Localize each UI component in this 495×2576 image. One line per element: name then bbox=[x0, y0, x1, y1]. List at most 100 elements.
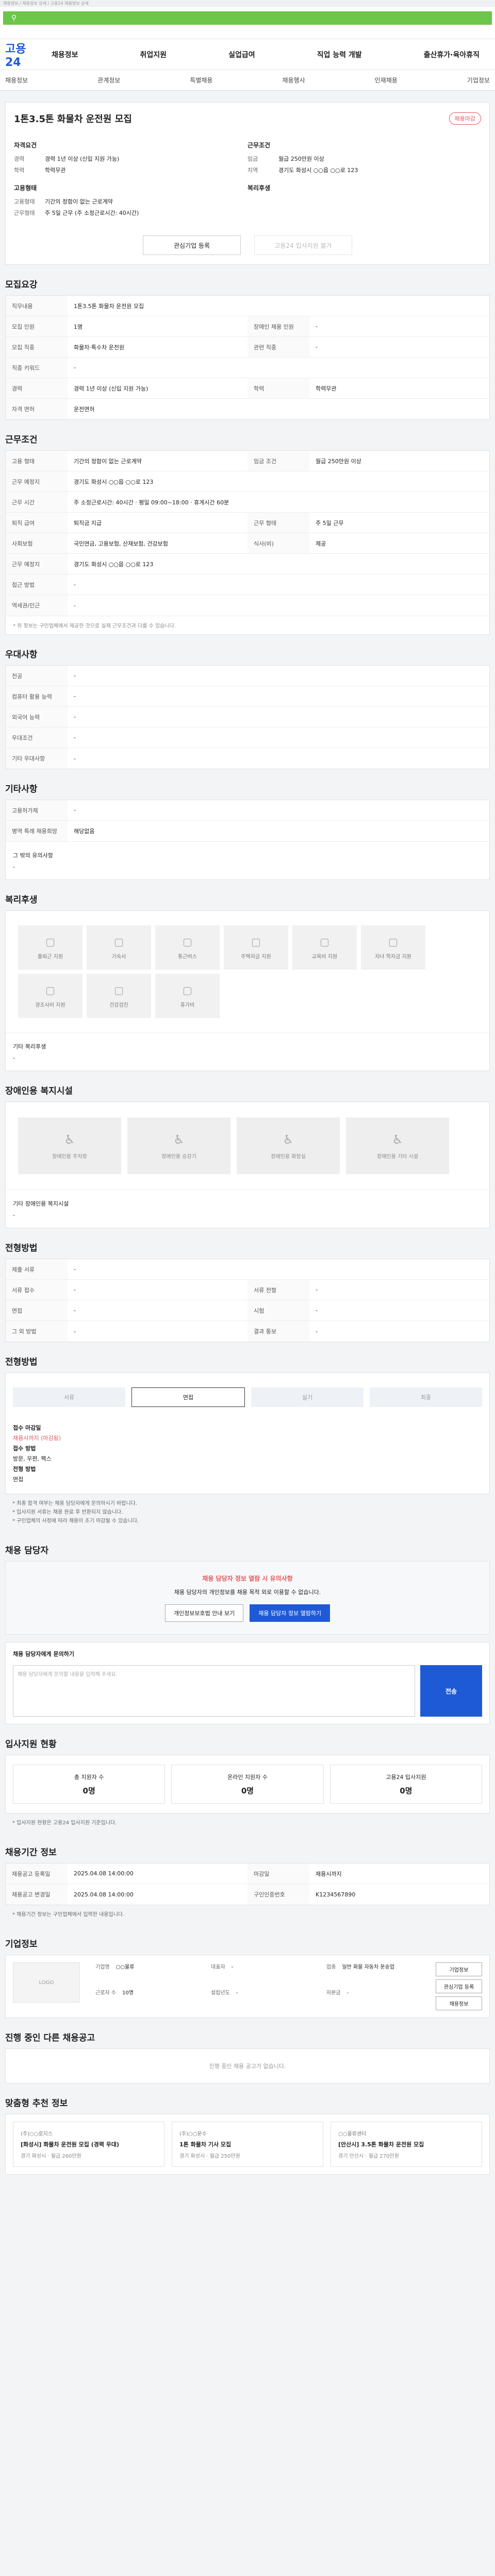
company-field: 업종 일반 화물 자동차 운송업 bbox=[326, 1962, 436, 1985]
disabled-sub-title: 기타 장애인용 복지시설 bbox=[13, 1200, 69, 1207]
table-row: 면접 - 시험 - bbox=[6, 1300, 489, 1321]
subnav-item[interactable]: 관계정보 bbox=[97, 76, 120, 84]
rec-title[interactable]: 1톤 화물차 기사 모집 bbox=[179, 2140, 316, 2148]
company-interest-button[interactable]: 관심기업 등록 bbox=[436, 1979, 482, 1993]
process-detail: 면접 bbox=[13, 1476, 24, 1483]
row-value: - bbox=[74, 693, 76, 700]
row-key-2: 임금 조건 bbox=[248, 451, 309, 471]
gnb-item[interactable]: 직업 능력 개발 bbox=[307, 49, 372, 60]
privacy-guide-button[interactable]: 개인정보보호법 안내 보기 bbox=[164, 1604, 244, 1622]
row-key: 채용공고 변경일 bbox=[6, 1884, 68, 1905]
rec-title[interactable]: [화성시] 화물차 운전원 모집 (경력 우대) bbox=[21, 2140, 157, 2148]
search-bar[interactable]: ⚲ bbox=[3, 11, 492, 25]
company-key: 근로자 수 bbox=[95, 1990, 116, 1996]
info-key: 근무형태 bbox=[14, 210, 35, 216]
conditions-title: 근무조건 bbox=[5, 435, 38, 445]
row-key: 사회보험 bbox=[6, 533, 68, 553]
table-row: 외국어 능력 - bbox=[6, 707, 489, 727]
welfare-tile: ▢ 통근버스 bbox=[155, 925, 220, 970]
view-contact-button[interactable]: 채용 담당자 정보 열람하기 bbox=[250, 1604, 331, 1622]
row-value: 해당없음 bbox=[74, 828, 95, 835]
recs-title: 맞춤형 추천 정보 bbox=[5, 2098, 68, 2109]
warning-title: 채용 담당자 정보 열람 시 유의사항 bbox=[202, 1575, 293, 1582]
search-icon[interactable]: ⚲ bbox=[11, 14, 16, 22]
info-key: 고용형태 bbox=[14, 198, 35, 205]
facility-tile: ♿ 장애인용 승강기 bbox=[127, 1117, 230, 1174]
facility-icon: ♿ bbox=[283, 1132, 294, 1147]
process-title: 전형방법 bbox=[5, 1357, 38, 1367]
info-value: 경력 1년 이상 (신입 지원 가능) bbox=[45, 156, 120, 162]
info-row: 지역 경기도 화성시 ○○읍 ○○로 123 bbox=[248, 166, 481, 174]
row-value-2: 학력무관 bbox=[316, 385, 337, 392]
row-value: 기간의 정함이 없는 근로계약 bbox=[74, 457, 142, 465]
row-key: 모집 인원 bbox=[6, 316, 68, 336]
welfare-icon: ▢ bbox=[320, 935, 329, 948]
company-value: - bbox=[346, 1990, 349, 1996]
prefer-title: 우대사항 bbox=[5, 650, 38, 660]
row-key: 모집 직종 bbox=[6, 337, 68, 357]
apply-button[interactable]: 고용24 입사지원 불가 bbox=[254, 235, 352, 255]
empty-message: 진행 중인 채용 공고가 없습니다. bbox=[209, 2063, 286, 2070]
gnb-item[interactable]: 채용정보 bbox=[41, 49, 89, 60]
row-value: - bbox=[74, 602, 76, 609]
process-bullet: * 구인업체의 사정에 따라 채용이 조기 마감될 수 있습니다. bbox=[12, 1518, 139, 1524]
rec-title[interactable]: [안산시] 3.5톤 화물차 운전원 모집 bbox=[338, 2140, 474, 2148]
table-row: 모집 인원 1명 장애인 채용 인원 - bbox=[6, 316, 489, 337]
facility-label: 장애인용 화장실 bbox=[271, 1154, 306, 1160]
send-button[interactable]: 전송 bbox=[420, 1665, 482, 1717]
table-row: 직종 키워드 - bbox=[6, 358, 489, 378]
row-key: 그 외 방법 bbox=[6, 1321, 68, 1342]
site-logo[interactable]: 고용24 bbox=[5, 40, 41, 69]
rec-company: (주)○○운수 bbox=[179, 2131, 207, 2137]
welfare-label: 자녀 학자금 지원 bbox=[375, 954, 411, 960]
welfare-title: 복리후생 bbox=[5, 895, 38, 905]
row-value: 주 소정근로시간: 40시간 · 평일 09:00~18:00 · 휴게시간 6… bbox=[74, 499, 229, 506]
etc-sub-val: - bbox=[13, 863, 15, 870]
rec-card[interactable]: ○○물류센터 [안산시] 3.5톤 화물차 운전원 모집 경기 안산시 · 월급 2… bbox=[331, 2122, 482, 2167]
status-count: 0명 bbox=[82, 1786, 95, 1795]
info-value: 주 5일 근무 (주 소정근로시간: 40시간) bbox=[45, 210, 139, 216]
sub-nav: 채용정보 관계정보 특별채용 채용행사 인재채용 기업정보 bbox=[0, 70, 495, 91]
table-row: 근무 시간 주 소정근로시간: 40시간 · 평일 09:00~18:00 · 휴… bbox=[6, 492, 489, 513]
row-value-2: - bbox=[316, 323, 318, 330]
subnav-item[interactable]: 특별채용 bbox=[190, 76, 212, 84]
row-value-2: 채용시까지 bbox=[316, 1870, 342, 1877]
info-key: 지역 bbox=[248, 167, 258, 174]
interest-button[interactable]: 관심기업 등록 bbox=[143, 235, 241, 255]
top-notice: 채용정보 / 채용정보 상세 / 고용24 채용정보 상세 bbox=[0, 0, 495, 7]
info-row: 근무형태 주 5일 근무 (주 소정근로시간: 40시간) bbox=[14, 209, 248, 217]
row-key: 근무 예정지 bbox=[6, 554, 68, 574]
company-value: 10명 bbox=[122, 1990, 134, 1996]
table-row: 병역 특례 채용희망 해당없음 bbox=[6, 821, 489, 841]
gnb-item[interactable]: 출산휴가·육아휴직 bbox=[414, 49, 490, 60]
row-value: - bbox=[74, 1286, 76, 1293]
welfare-tile: ▢ 주택자금 지원 bbox=[224, 925, 288, 970]
subnav-item[interactable]: 채용행사 bbox=[282, 76, 305, 84]
rec-card[interactable]: (주)○○운수 1톤 화물차 기사 모집 경기 화성시 · 월급 250만원 bbox=[172, 2122, 323, 2167]
row-key-2: 관련 직종 bbox=[248, 337, 309, 357]
info-key: 학력 bbox=[14, 167, 25, 174]
welfare-heading: 복리후생 bbox=[248, 184, 271, 192]
subnav-item[interactable]: 기업정보 bbox=[467, 76, 490, 84]
gnb-item[interactable]: 취업지원 bbox=[130, 49, 177, 60]
company-key: 설립년도 bbox=[211, 1990, 230, 1996]
subnav-item[interactable]: 채용정보 bbox=[5, 76, 28, 84]
process-step: 서류 bbox=[13, 1387, 125, 1407]
facility-icon: ♿ bbox=[64, 1132, 75, 1147]
company-info-button[interactable]: 기업정보 bbox=[436, 1962, 482, 1976]
qual-heading: 자격요건 bbox=[14, 142, 37, 149]
gnb-item[interactable]: 실업급여 bbox=[218, 49, 266, 60]
row-key: 고용허가제 bbox=[6, 800, 68, 820]
row-key: 외국어 능력 bbox=[6, 707, 68, 727]
row-key: 컴퓨터 활용 능력 bbox=[6, 686, 68, 706]
welfare-icon: ▢ bbox=[45, 935, 55, 948]
subnav-item[interactable]: 인재채용 bbox=[375, 76, 398, 84]
row-value-2: - bbox=[316, 344, 318, 350]
company-jobs-button[interactable]: 채용정보 bbox=[436, 1996, 482, 2010]
info-value: 월급 250만원 이상 bbox=[278, 156, 324, 162]
rec-card[interactable]: (주)○○로지스 [화성시] 화물차 운전원 모집 (경력 우대) 경기 화성시 ·… bbox=[13, 2122, 164, 2167]
welfare-tile: ▢ 휴가비 bbox=[155, 974, 220, 1018]
inquiry-textarea[interactable]: 채용 담당자에게 문의할 내용을 입력해 주세요. bbox=[13, 1665, 415, 1717]
row-value: 화물차·특수차 운전원 bbox=[74, 344, 125, 351]
rec-meta: 경기 안산시 · 월급 270만원 bbox=[338, 2154, 399, 2159]
